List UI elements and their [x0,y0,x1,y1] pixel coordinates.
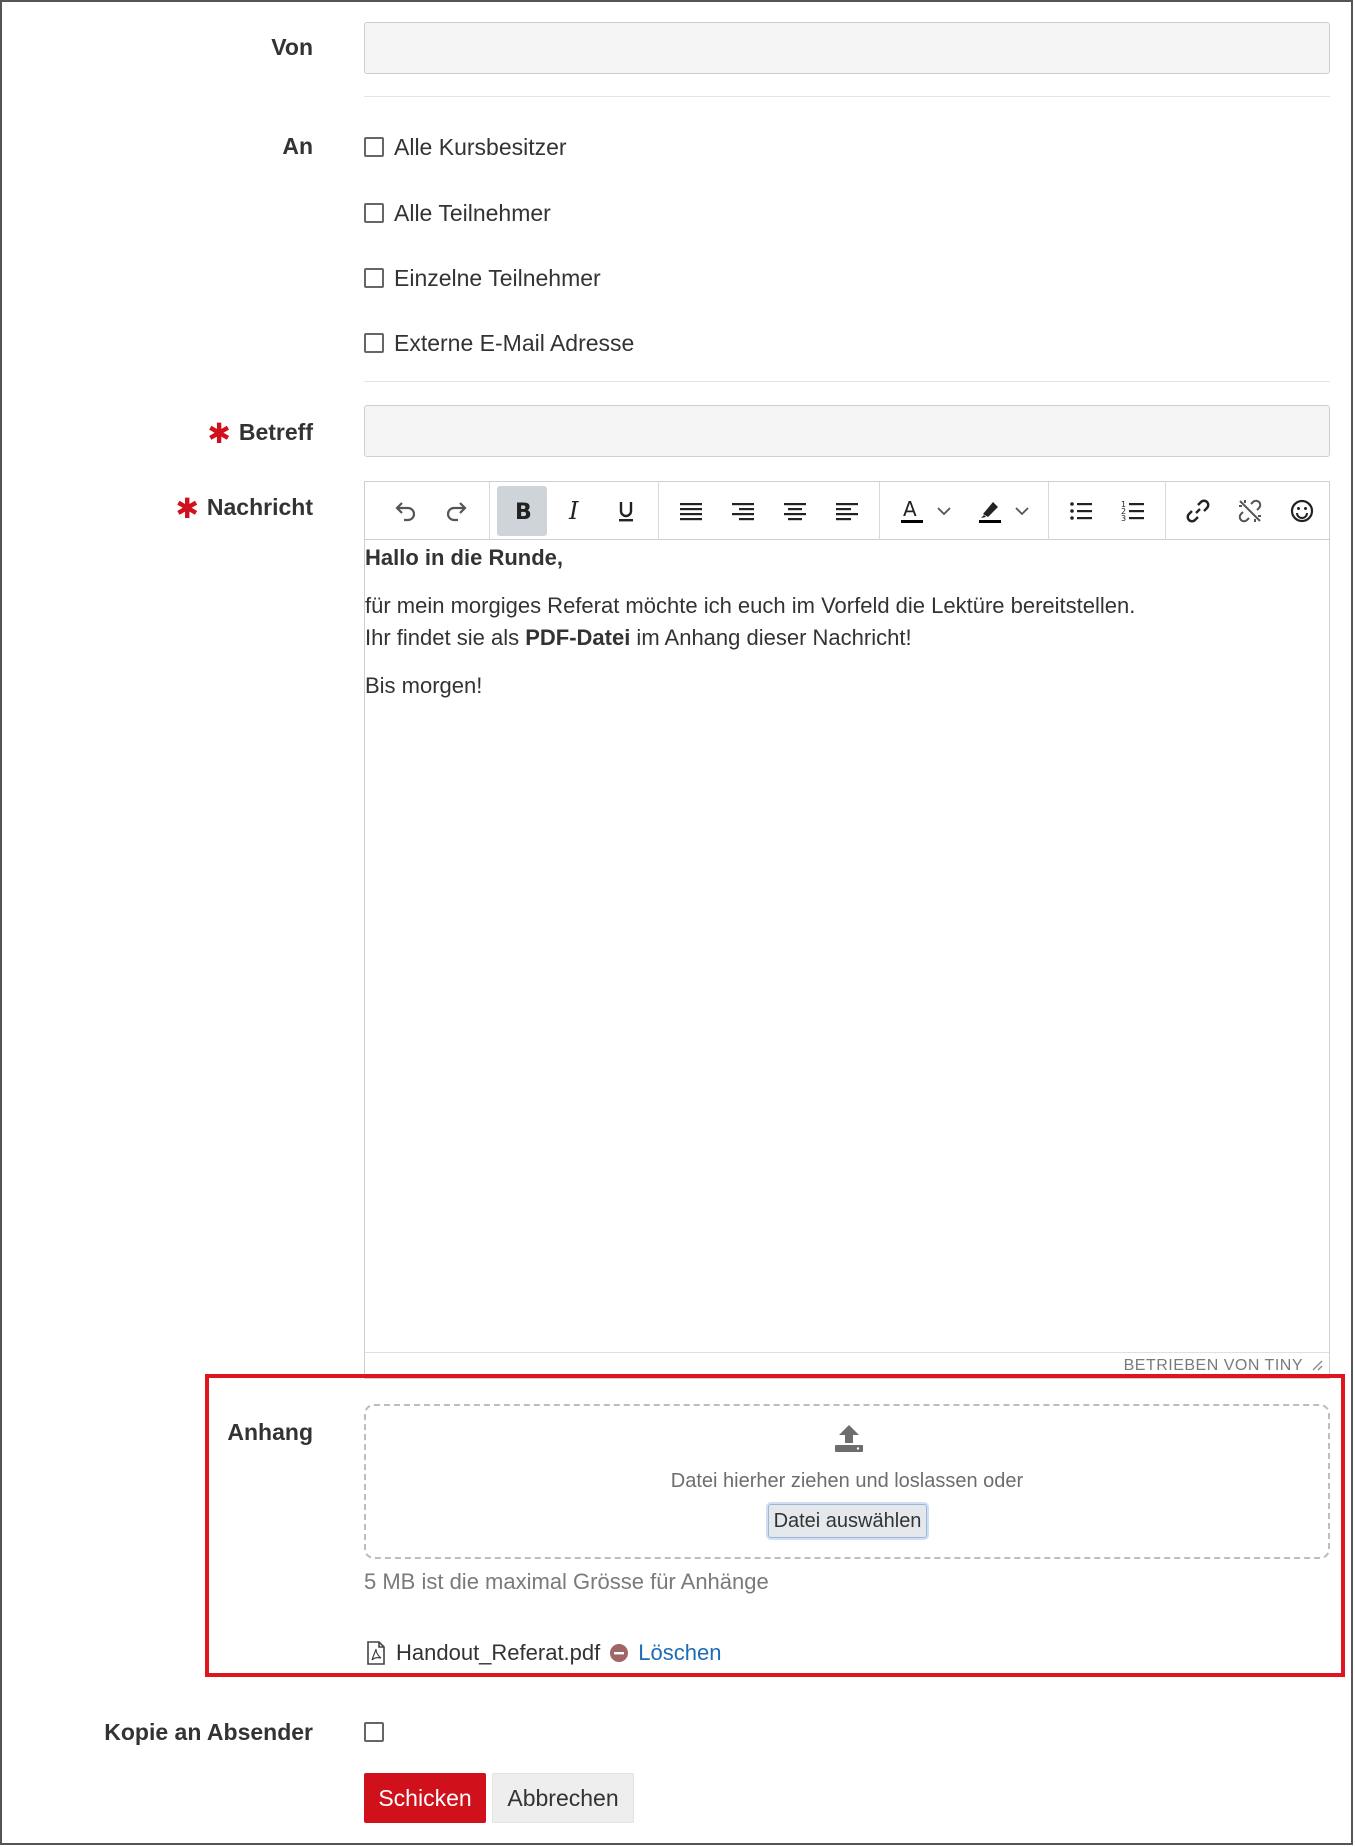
bullet-list-icon [1070,501,1092,520]
align-right-button[interactable] [718,486,768,536]
align-justify-icon [680,502,702,520]
bullet-list-button[interactable] [1056,486,1106,536]
send-button[interactable]: Schicken [364,1773,486,1823]
option-label: Alle Teilnehmer [394,199,551,226]
remove-icon[interactable] [608,1642,630,1664]
option-all-participants[interactable]: Alle Teilnehmer [364,198,551,228]
option-label: Alle Kursbesitzer [394,133,567,160]
unlink-button[interactable] [1225,486,1275,536]
align-center-icon [784,502,806,520]
underline-icon [619,501,633,521]
italic-button[interactable]: I [549,486,599,536]
highlight-color-button[interactable] [965,486,1041,536]
format-group: B I [490,481,659,540]
upload-icon [835,1425,863,1452]
attachment-label: Anhang [227,1419,313,1445]
numbered-list-icon: 123 [1121,500,1144,523]
to-label: An [282,133,313,159]
svg-text:A: A [903,497,917,521]
chevron-down-icon [1015,506,1029,515]
undo-button[interactable] [380,486,430,536]
checkbox[interactable] [364,137,384,157]
body-line-2-bold: PDF-Datei [525,625,631,650]
underline-button[interactable] [601,486,651,536]
emoji-button[interactable] [1277,486,1327,536]
rich-text-editor: B I A 1 2 3 Hallo in die Runde, für mein… [364,481,1330,1379]
required-icon: ✱ [207,418,231,449]
bold-icon: B [515,500,532,525]
list-group: 123 [1049,481,1166,540]
option-label: Externe E-Mail Adresse [394,329,635,356]
align-group [659,481,880,540]
body-line-1: für mein morgiges Referat möchte ich euc… [365,593,1136,618]
chevron-down-icon [937,506,951,515]
align-right-icon [732,502,754,520]
message-label: ✱ Nachricht [175,492,313,525]
powered-by-text[interactable]: BETRIEBEN VON TINY [1124,1357,1303,1375]
divider [364,381,1330,382]
choose-file-button[interactable]: Datei auswählen [768,1504,927,1538]
from-input[interactable] [364,22,1330,74]
link-icon [1186,499,1210,522]
message-label-text: Nachricht [206,494,313,520]
align-justify-button[interactable] [666,486,716,536]
file-name: Handout_Referat.pdf [396,1640,601,1665]
pdf-file-icon [367,1641,385,1665]
svg-text:I: I [568,497,579,525]
align-left-button[interactable] [822,486,872,536]
divider [364,96,1330,97]
option-all-owners[interactable]: Alle Kursbesitzer [364,132,567,162]
svg-text:B: B [515,500,532,525]
delete-file-link[interactable]: Löschen [638,1640,721,1666]
color-group: A [880,481,1049,540]
dropzone-text: Datei hierher ziehen und loslassen oder [670,1470,1024,1492]
emoji-icon [1290,499,1314,522]
bold-button[interactable]: B [497,485,547,536]
checkbox[interactable] [364,333,384,353]
required-icon: ✱ [175,493,199,524]
from-label: Von [271,34,313,60]
numbered-list-button[interactable]: 123 [1108,486,1158,536]
redo-icon [446,501,467,521]
checkbox[interactable] [364,203,384,223]
text-color-button[interactable]: A [887,486,963,536]
highlight-color-icon [979,501,1001,523]
unlink-icon [1238,499,1262,522]
cancel-button[interactable]: Abbrechen [492,1773,634,1823]
history-group [373,481,490,540]
body-line-2-post: im Anhang dieser Nachricht! [630,625,912,650]
link-group [1166,482,1334,540]
resize-handle-icon[interactable] [1311,1359,1323,1371]
subject-label-text: Betreff [238,419,313,445]
option-label: Einzelne Teilnehmer [394,264,601,291]
copy-to-sender-label: Kopie an Absender [104,1719,313,1745]
svg-text:3: 3 [1121,514,1126,523]
greeting-text: Hallo in die Runde, [365,545,564,570]
link-button[interactable] [1173,486,1223,536]
editor-content[interactable]: Hallo in die Runde, für mein morgiges Re… [365,542,1329,718]
option-single-participants[interactable]: Einzelne Teilnehmer [364,263,601,293]
attachment-size-hint: 5 MB ist die maximal Grösse für Anhänge [364,1569,769,1594]
redo-button[interactable] [432,486,482,536]
align-left-icon [836,502,858,520]
subject-label: ✱ Betreff [207,417,313,450]
mail-form: Von An Alle Kursbesitzer Alle Teilnehmer… [0,0,1353,1845]
subject-input[interactable] [364,405,1330,457]
italic-icon: I [568,497,579,525]
undo-icon [395,501,416,521]
file-dropzone[interactable]: Datei hierher ziehen und loslassen oder … [364,1404,1330,1559]
copy-to-sender-option[interactable] [364,1717,394,1747]
editor-toolbar: B I A 1 2 3 [365,481,1329,540]
attached-file: Handout_Referat.pdf Löschen [364,1636,721,1670]
body-line-2-pre: Ihr findet sie als [365,625,526,650]
closing-text: Bis morgen! [365,673,483,698]
option-external-email[interactable]: Externe E-Mail Adresse [364,328,634,358]
checkbox[interactable] [364,268,384,288]
text-color-icon: A [901,497,923,523]
copy-to-sender-checkbox[interactable] [364,1722,384,1742]
align-center-button[interactable] [770,486,820,536]
